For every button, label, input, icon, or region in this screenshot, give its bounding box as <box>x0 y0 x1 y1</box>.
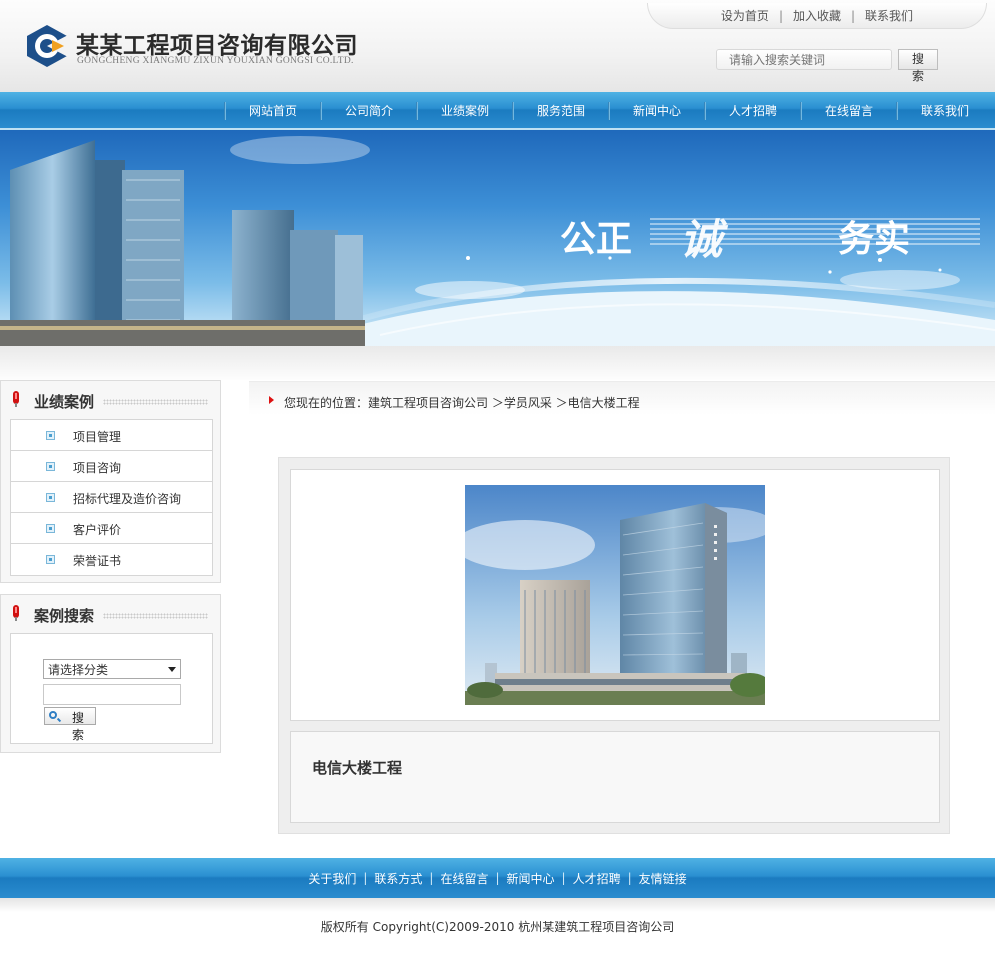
slogan: 公正 诚 务实 <box>560 210 980 264</box>
list-item-label: 招标代理及造价咨询 <box>73 492 182 506</box>
copyright-text: 版权所有 Copyright(C)2009-2010 杭州某建筑工程项目咨询公司 <box>320 920 675 934</box>
pin-icon <box>13 605 19 621</box>
photo-frame <box>290 469 940 721</box>
plus-box-icon <box>46 524 55 533</box>
list-item[interactable]: 项目咨询 <box>11 451 212 482</box>
set-homepage-link[interactable]: 设为首页 <box>711 7 779 24</box>
list-item[interactable]: 项目管理 <box>11 420 212 451</box>
category-select-value: 请选择分类 <box>48 663 109 677</box>
banner-shadow <box>0 346 995 380</box>
breadcrumb-text: 您现在的位置：建筑工程项目咨询公司 ＞学员风采 ＞电信大楼工程 <box>284 396 640 410</box>
dropdown-arrow-icon <box>168 667 176 672</box>
list-item-label: 项目管理 <box>73 430 122 444</box>
slogan-integrity: 诚 <box>680 215 723 264</box>
list-item[interactable]: 荣誉证书 <box>11 544 212 575</box>
nav-item-message[interactable]: 在线留言 <box>801 92 897 130</box>
plus-box-icon <box>46 431 55 440</box>
cases-panel: 业绩案例 项目管理 项目咨询 招标代理及造价咨询 客户评价 荣誉证书 <box>0 380 221 583</box>
top-links: 设为首页 | 加入收藏 | 联系我们 <box>647 3 987 29</box>
company-name: 某某工程项目咨询有限公司 <box>76 32 358 59</box>
list-item[interactable]: 客户评价 <box>11 513 212 544</box>
nav-item-about[interactable]: 公司简介 <box>321 92 417 130</box>
cases-panel-header: 业绩案例 <box>1 381 220 419</box>
slogan-pragmatism: 务实 <box>838 219 911 260</box>
site-header: 某某工程项目咨询有限公司 GONGCHENG XIANGMU ZIXUN YOU… <box>0 0 995 92</box>
list-item-label: 荣誉证书 <box>73 554 122 568</box>
add-favorite-link[interactable]: 加入收藏 <box>783 7 851 24</box>
case-search-button-label: 搜 索 <box>71 711 86 742</box>
footer-link-jobs[interactable]: 人才招聘 <box>566 870 628 887</box>
search-input[interactable] <box>716 49 892 70</box>
case-search-button[interactable]: 搜 索 <box>44 707 96 742</box>
contact-us-link[interactable]: 联系我们 <box>855 7 923 24</box>
footer-link-news[interactable]: 新闻中心 <box>500 870 562 887</box>
cases-panel-title: 业绩案例 <box>34 393 95 411</box>
keyword-input[interactable] <box>43 684 181 705</box>
footer-link-friends[interactable]: 友情链接 <box>632 870 694 887</box>
search-icon <box>49 711 57 719</box>
title-dots <box>103 399 208 405</box>
nav-item-news[interactable]: 新闻中心 <box>609 92 705 130</box>
search-button[interactable]: 搜 索 <box>898 49 938 83</box>
category-select[interactable]: 请选择分类 <box>43 659 181 679</box>
nav-item-services[interactable]: 服务范围 <box>513 92 609 130</box>
nav-item-cases[interactable]: 业绩案例 <box>417 92 513 130</box>
footer-link-about[interactable]: 关于我们 <box>301 870 363 887</box>
main-nav: 网站首页 公司简介 业绩案例 服务范围 新闻中心 人才招聘 在线留言 联系我们 <box>0 92 995 130</box>
arrow-right-icon <box>269 396 274 404</box>
nav-item-home[interactable]: 网站首页 <box>225 92 321 130</box>
title-dots <box>103 613 208 619</box>
footer-link-contact[interactable]: 联系方式 <box>367 870 429 887</box>
footer-shadow <box>0 898 995 912</box>
case-search-title: 案例搜索 <box>34 607 95 625</box>
nav-item-jobs[interactable]: 人才招聘 <box>705 92 801 130</box>
company-logo[interactable] <box>24 24 70 68</box>
nav-item-contact[interactable]: 联系我们 <box>897 92 993 130</box>
breadcrumb: 您现在的位置：建筑工程项目咨询公司 ＞学员风采 ＞电信大楼工程 <box>249 381 995 415</box>
case-search-panel: 案例搜索 请选择分类 搜 索 <box>0 594 221 753</box>
slogan-fairness: 公正 <box>560 219 633 260</box>
case-search-form: 请选择分类 搜 索 <box>10 633 213 744</box>
plus-box-icon <box>46 493 55 502</box>
company-name-en: GONGCHENG XIANGMU ZIXUN YOUXIAN GONGSI C… <box>77 56 354 66</box>
project-photo[interactable] <box>465 485 765 705</box>
cases-list: 项目管理 项目咨询 招标代理及造价咨询 客户评价 荣誉证书 <box>10 419 213 576</box>
plus-box-icon <box>46 555 55 564</box>
list-item-label: 客户评价 <box>73 523 122 537</box>
hero-banner: 公正 诚 务实 <box>0 130 995 348</box>
plus-box-icon <box>46 462 55 471</box>
footer-nav: 关于我们 | 联系方式 | 在线留言 | 新闻中心 | 人才招聘 | 友情链接 <box>0 858 995 898</box>
pin-icon <box>13 391 19 407</box>
article-container: 电信大楼工程 <box>278 457 950 834</box>
list-item-label: 项目咨询 <box>73 461 122 475</box>
list-item[interactable]: 招标代理及造价咨询 <box>11 482 212 513</box>
case-search-header: 案例搜索 <box>1 595 220 633</box>
footer-link-message[interactable]: 在线留言 <box>433 870 495 887</box>
article-title: 电信大楼工程 <box>312 759 403 777</box>
article-title-box: 电信大楼工程 <box>290 731 940 823</box>
